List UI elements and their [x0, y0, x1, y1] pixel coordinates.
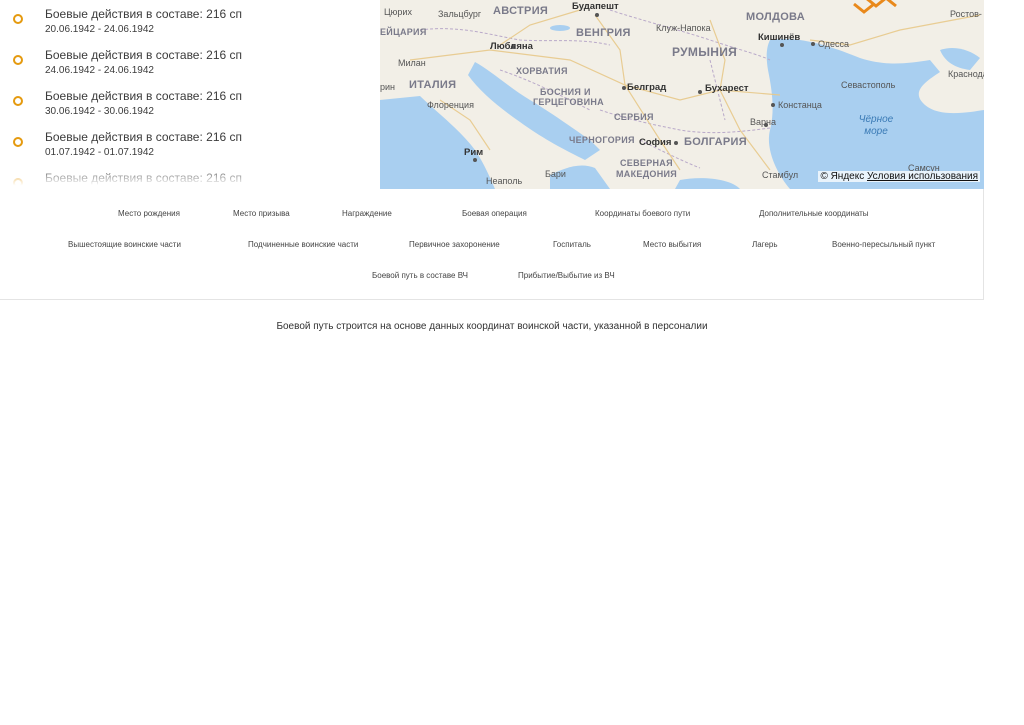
map-label: Ростов- — [950, 9, 982, 19]
legend-place-of-departure[interactable]: Место выбытия — [643, 240, 701, 249]
map-label: Чёрное — [858, 114, 894, 125]
event-dates: 24.06.1942 - 24.06.1942 — [45, 65, 154, 76]
legend-combat-operation[interactable]: Боевая операция — [462, 209, 527, 218]
map-label: Флоренция — [427, 100, 474, 110]
map-label: СЕВЕРНАЯ — [620, 158, 673, 168]
map-label: Севастополь — [841, 80, 896, 90]
event-title: Боевые действия в составе: 216 сп — [45, 7, 243, 21]
event-title: Боевые действия в составе: 216 сп — [45, 89, 243, 103]
map-label: Одесса — [818, 39, 850, 49]
legend-camp[interactable]: Лагерь — [752, 240, 778, 249]
map-label: Краснода — [948, 69, 984, 79]
map-label: Неаполь — [486, 176, 523, 186]
map-label: Будапешт — [572, 1, 619, 12]
map-label: Милан — [398, 58, 426, 68]
yandex-copyright: © Яндекс — [820, 171, 865, 182]
event-marker-icon — [13, 14, 23, 24]
legend-additional-coords[interactable]: Дополнительные координаты — [759, 209, 869, 218]
map-label: АВСТРИЯ — [493, 5, 549, 17]
list-item[interactable]: Боевые действия в составе: 216 сп 30.06.… — [0, 89, 373, 129]
map-label: Цюрих — [384, 7, 412, 17]
map-label: РУМЫНИЯ — [672, 45, 738, 59]
list-item[interactable]: Боевые действия в составе: 216 сп 20.06.… — [0, 7, 373, 47]
event-dates: 20.06.1942 - 24.06.1942 — [45, 24, 154, 35]
event-marker-icon — [13, 178, 23, 188]
legend-subordinate-units[interactable]: Подчиненные воинские части — [248, 240, 358, 249]
map-label: Бари — [545, 169, 566, 179]
legend-award[interactable]: Награждение — [342, 209, 392, 218]
event-title: Боевые действия в составе: 216 сп — [45, 171, 243, 185]
list-item[interactable]: Боевые действия в составе: 216 сп 01.07.… — [0, 130, 373, 170]
map-label: Любляна — [490, 41, 533, 52]
map-label: Клуж-Напока — [656, 23, 711, 33]
combat-path-note: Боевой путь строится на основе данных ко… — [276, 321, 708, 332]
list-item[interactable]: Боевые действия в составе: 216 сп 24.06.… — [0, 48, 373, 88]
map-label: Варна — [750, 117, 776, 127]
map-label: МАКЕДОНИЯ — [616, 169, 678, 179]
legend-conscription-place[interactable]: Место призыва — [233, 209, 290, 218]
map[interactable]: Цюрих Зальцбург АВСТРИЯ Будапешт МОЛДОВА… — [380, 0, 984, 189]
map-label: море — [864, 126, 888, 137]
legend-birthplace[interactable]: Место рождения — [118, 209, 180, 218]
map-label: Белград — [627, 82, 667, 93]
map-label: СЕРБИЯ — [614, 112, 654, 122]
map-label: БОСНИЯ И — [540, 87, 591, 97]
legend-primary-burial[interactable]: Первичное захоронение — [409, 240, 500, 249]
map-label: рин — [380, 82, 396, 92]
legend-combat-path-coords[interactable]: Координаты боевого пути — [595, 209, 690, 218]
legend-unit-combat-path[interactable]: Боевой путь в составе ВЧ — [372, 271, 468, 280]
map-legend: Место рождения Место призыва Награждение… — [0, 189, 984, 300]
event-title: Боевые действия в составе: 216 сп — [45, 48, 243, 62]
event-title: Боевые действия в составе: 216 сп — [45, 130, 243, 144]
legend-superior-units[interactable]: Вышестоящие воинские части — [68, 240, 181, 249]
map-label: БОЛГАРИЯ — [684, 136, 747, 148]
map-attribution: © Яндекс Условия использования — [818, 171, 980, 182]
events-list[interactable]: Боевые действия в составе: 216 сп 20.06.… — [0, 0, 373, 189]
event-dates: 30.06.1942 - 30.06.1942 — [45, 106, 154, 117]
legend-unit-arrival-departure[interactable]: Прибытие/Выбытие из ВЧ — [518, 271, 615, 280]
map-label: ЕЙЦАРИЯ — [380, 27, 427, 37]
terms-of-use-link[interactable]: Условия использования — [867, 171, 978, 182]
map-label: Зальцбург — [438, 9, 482, 19]
map-label: МОЛДОВА — [746, 11, 805, 23]
combat-path-panel: Боевые действия в составе: 216 сп 20.06.… — [0, 0, 984, 300]
list-item[interactable]: Боевые действия в составе: 216 сп — [0, 171, 373, 189]
map-label: ГЕРЦЕГОВИНА — [533, 97, 604, 107]
map-label: ЧЕРНОГОРИЯ — [569, 135, 635, 145]
legend-transit-point[interactable]: Военно-пересыльный пункт — [832, 240, 935, 249]
event-marker-icon — [13, 137, 23, 147]
map-label: Стамбул — [762, 170, 799, 180]
legend-hospital[interactable]: Госпиталь — [553, 240, 591, 249]
map-label: София — [639, 137, 672, 148]
map-label: Кишинёв — [758, 32, 801, 43]
event-dates: 01.07.1942 - 01.07.1942 — [45, 147, 154, 158]
event-marker-icon — [13, 96, 23, 106]
map-label: Констанца — [778, 100, 822, 110]
map-label: ХОРВАТИЯ — [516, 66, 568, 76]
event-marker-icon — [13, 55, 23, 65]
map-label: Бухарест — [705, 83, 749, 94]
map-label: Рим — [464, 147, 484, 158]
map-label: ИТАЛИЯ — [409, 79, 457, 91]
map-label: ВЕНГРИЯ — [576, 27, 631, 39]
